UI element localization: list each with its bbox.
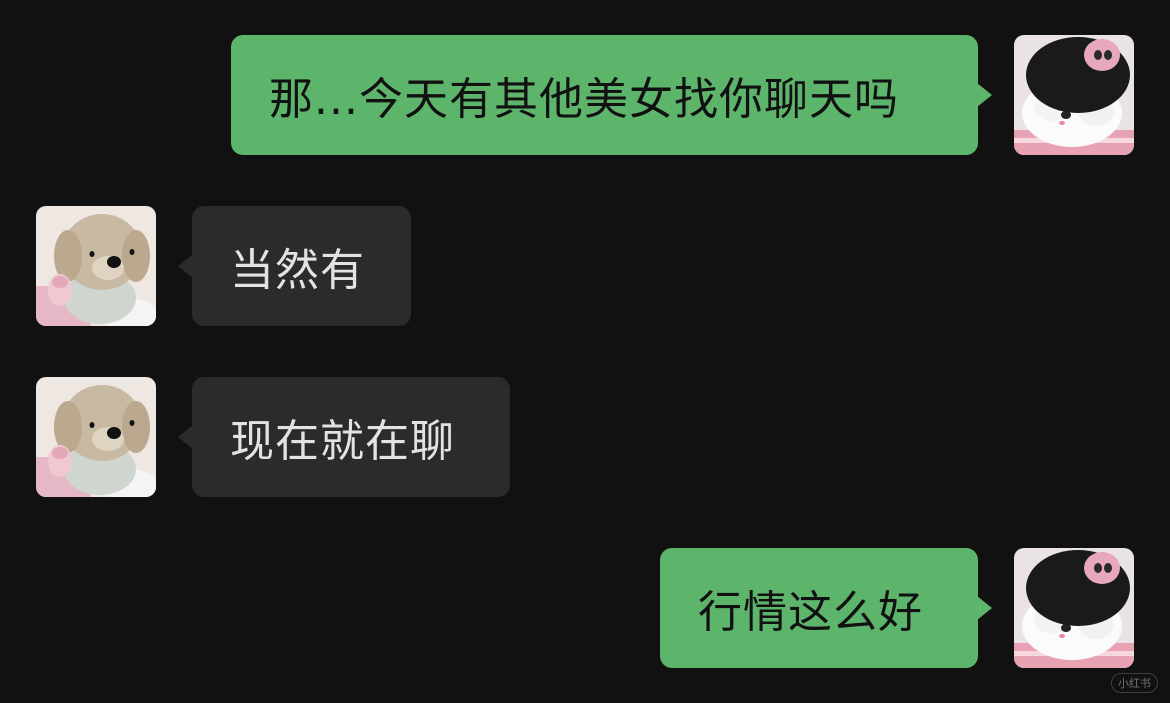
message-bubble-incoming[interactable]: 现在就在聊	[178, 377, 510, 497]
puppy-avatar-image	[36, 377, 156, 497]
cat-avatar-image	[1014, 548, 1134, 668]
puppy-avatar-image	[36, 206, 156, 326]
my-avatar[interactable]	[1014, 35, 1134, 155]
contact-avatar[interactable]	[36, 377, 156, 497]
message-bubble-outgoing[interactable]: 行情这么好	[660, 548, 992, 668]
message-text: 现在就在聊	[230, 416, 455, 467]
my-avatar[interactable]	[1014, 548, 1134, 668]
chat-view: 那...今天有其他美女找你聊天吗 当然有 现在就在聊 行情这么好 小红书	[0, 0, 1170, 703]
watermark-label: 小红书	[1111, 673, 1158, 693]
message-text: 那...今天有其他美女找你聊天吗	[269, 74, 899, 125]
cat-avatar-image	[1014, 35, 1134, 155]
message-bubble-incoming[interactable]: 当然有	[178, 206, 411, 326]
message-text: 行情这么好	[698, 587, 923, 638]
message-text: 当然有	[230, 245, 365, 296]
message-bubble-outgoing[interactable]: 那...今天有其他美女找你聊天吗	[231, 35, 992, 155]
contact-avatar[interactable]	[36, 206, 156, 326]
